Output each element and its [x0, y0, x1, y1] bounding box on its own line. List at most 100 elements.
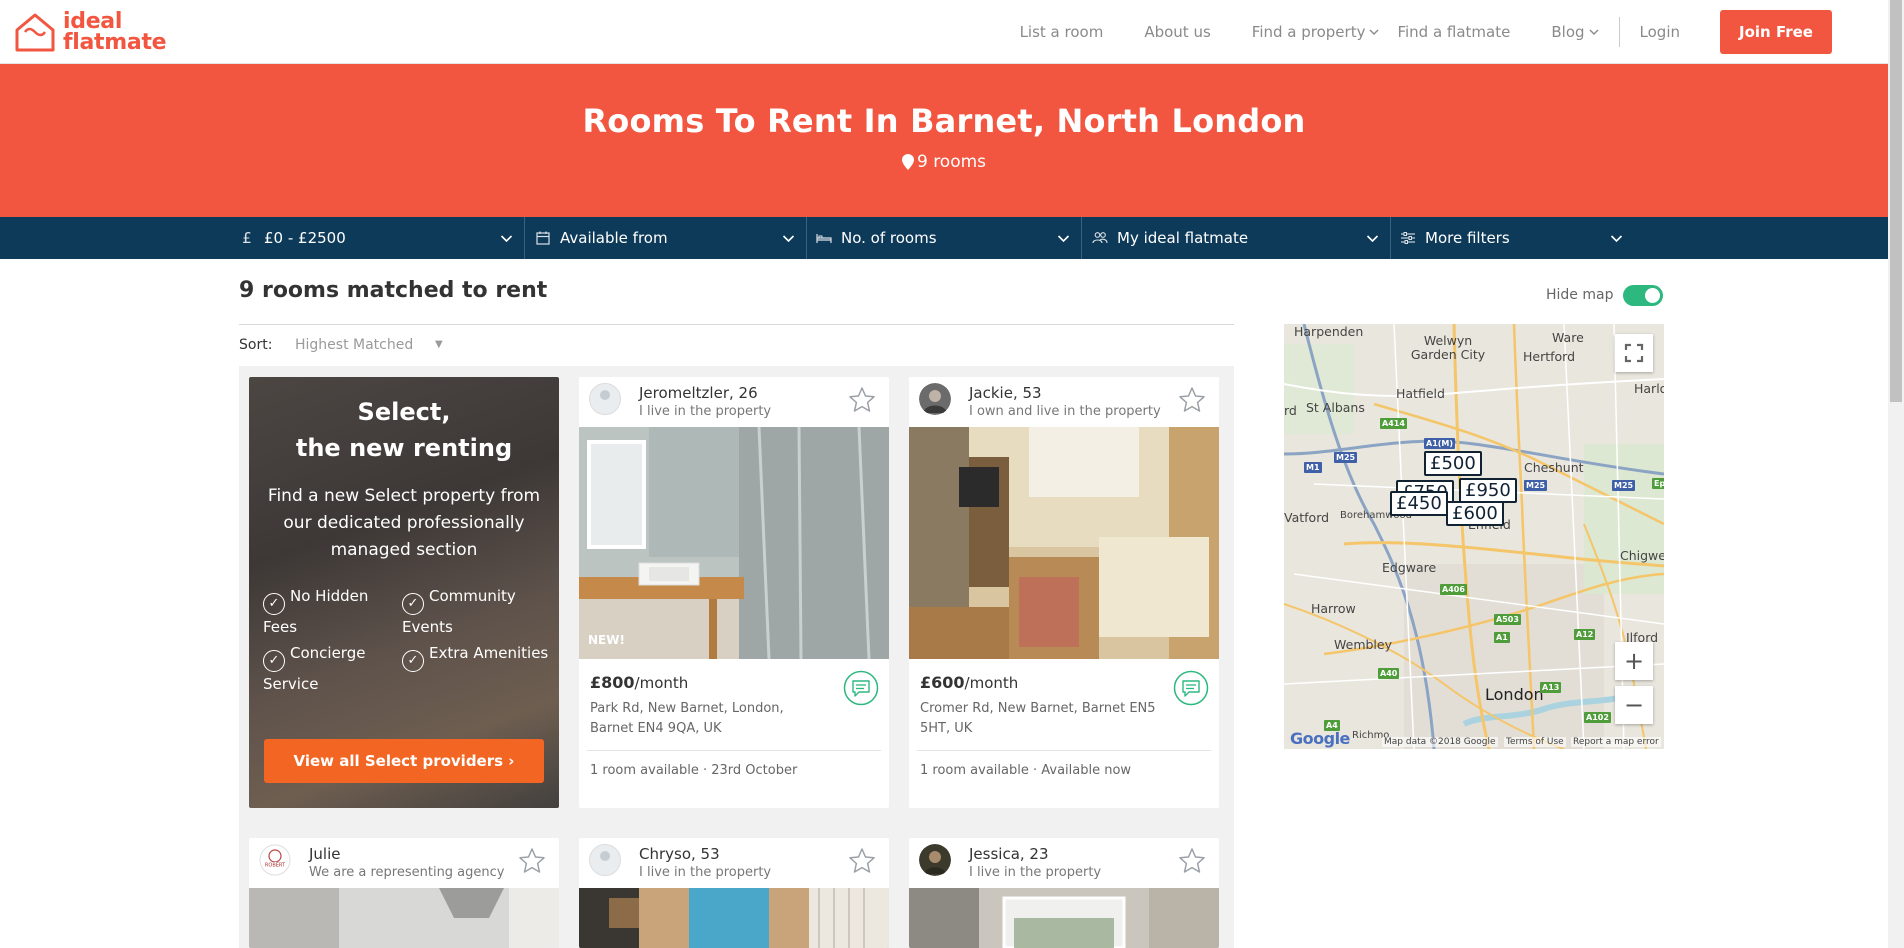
card-header: Chryso, 53 I live in the property — [579, 838, 889, 888]
room-card[interactable]: Jeromeltzler, 26 I live in the property … — [579, 377, 889, 808]
room-photo[interactable] — [909, 888, 1219, 948]
map[interactable]: Harpenden Welwyn Garden City Ware Hertfo… — [1284, 324, 1664, 749]
view-select-providers-button[interactable]: View all Select providers › — [264, 739, 544, 783]
map-price-pin[interactable]: £500 — [1424, 451, 1482, 476]
road-label: M25 — [1334, 452, 1358, 463]
map-place-label: Wembley — [1334, 637, 1392, 652]
zoom-out-button[interactable]: − — [1615, 686, 1653, 724]
price-period: /month — [634, 674, 689, 692]
available-from-filter[interactable]: Available from — [524, 217, 806, 259]
map-pin-icon — [901, 154, 914, 170]
fullscreen-button[interactable] — [1615, 334, 1653, 372]
map-place-label: Harpenden — [1294, 324, 1364, 339]
star-icon[interactable] — [847, 846, 877, 876]
room-count: 9 rooms — [0, 152, 1888, 172]
card-user-status: I live in the property — [639, 404, 772, 419]
promo-feature: ✓ No Hidden Fees — [263, 584, 403, 639]
room-card[interactable]: ROBERT Julie We are a representing agenc… — [249, 838, 559, 948]
chevron-down-icon — [1366, 235, 1379, 243]
price-filter[interactable]: £ £0 - £2500 — [239, 217, 524, 259]
join-free-button[interactable]: Join Free — [1720, 10, 1832, 54]
available-from-label: Available from — [560, 229, 668, 247]
room-card[interactable]: Jackie, 53 I own and live in the propert… — [909, 377, 1219, 808]
terms-of-use-link[interactable]: Terms of Use — [1504, 737, 1566, 747]
hide-map-label: Hide map — [1546, 287, 1614, 303]
card-user-name: Julie — [309, 845, 341, 863]
star-icon[interactable] — [1177, 385, 1207, 415]
room-photo[interactable] — [909, 427, 1219, 659]
card-address: Park Rd, New Barnet, London, Barnet EN4 … — [590, 701, 784, 736]
card-header: Jackie, 53 I own and live in the propert… — [909, 377, 1219, 427]
ideal-flatmate-filter[interactable]: My ideal flatmate — [1081, 217, 1390, 259]
card-header: ROBERT Julie We are a representing agenc… — [249, 838, 559, 888]
map-place-label: Chigwel — [1620, 548, 1664, 563]
nav-about-us[interactable]: About us — [1144, 23, 1210, 41]
logo[interactable]: ideal flatmate — [13, 10, 167, 54]
house-logo-icon — [15, 13, 55, 52]
room-card[interactable]: Chryso, 53 I live in the property — [579, 838, 889, 948]
room-photo[interactable] — [579, 888, 889, 948]
caret-down-icon: ▼ — [435, 339, 443, 350]
chevron-down-icon — [1589, 29, 1599, 35]
nav-list-a-room[interactable]: List a room — [1020, 23, 1104, 41]
sort-select[interactable]: Highest Matched — [295, 337, 413, 353]
star-icon[interactable] — [847, 385, 877, 415]
bedroom-photo — [909, 427, 1219, 659]
map-price-pin[interactable]: £450 — [1390, 491, 1448, 516]
page-scrollbar[interactable] — [1888, 0, 1904, 948]
road-label: M25 — [1612, 480, 1636, 491]
star-icon[interactable] — [1177, 846, 1207, 876]
scrollbar-thumb[interactable] — [1890, 0, 1902, 402]
chevron-down-icon — [500, 235, 513, 243]
promo-feature-label: Extra Amenities — [429, 644, 549, 662]
card-price: £600/month — [920, 673, 1018, 692]
nav-find-a-property-label: Find a property — [1251, 23, 1366, 41]
chevron-down-icon — [1057, 235, 1070, 243]
card-user-name: Jessica, 23 — [969, 845, 1049, 863]
report-map-error-link[interactable]: Report a map error — [1571, 737, 1661, 747]
card-header: Jessica, 23 I live in the property — [909, 838, 1219, 888]
map-footer: Google Map data ©2018 Google Terms of Us… — [1284, 729, 1664, 749]
road-label: A13 — [1540, 682, 1562, 693]
card-user-status: We are a representing agency — [309, 865, 505, 880]
avatar — [919, 844, 951, 876]
zoom-in-button[interactable]: + — [1615, 642, 1653, 680]
room-photo[interactable]: NEW! — [579, 427, 889, 659]
hero-banner: Rooms To Rent In Barnet, North London 9 … — [0, 64, 1888, 217]
filter-bar: £ £0 - £2500 Available from No. of rooms… — [0, 217, 1888, 259]
promo-title: Select, the new renting — [249, 394, 559, 466]
nav-find-a-property[interactable]: Find a property — [1252, 23, 1380, 41]
card-availability: 1 room available · Available now — [920, 763, 1132, 778]
ideal-flatmate-label: My ideal flatmate — [1117, 229, 1249, 247]
promo-feature: ✓ Extra Amenities — [402, 641, 552, 672]
login-link[interactable]: Login — [1640, 23, 1680, 41]
promo-description: Find a new Select property from our dedi… — [267, 486, 541, 560]
map-data-attribution: Map data ©2018 Google — [1382, 737, 1498, 747]
nav-find-a-flatmate[interactable]: Find a flatmate — [1397, 23, 1510, 41]
message-icon[interactable] — [1173, 670, 1209, 706]
avatar — [919, 383, 951, 415]
map-place-label: Ware — [1552, 330, 1584, 345]
message-icon[interactable] — [843, 670, 879, 706]
room-photo[interactable] — [249, 888, 559, 948]
hide-map-toggle[interactable] — [1623, 285, 1663, 306]
card-availability: 1 room available · 23rd October — [590, 763, 798, 778]
road-label: A503 — [1494, 614, 1521, 625]
check-circle-icon: ✓ — [402, 650, 424, 672]
window-photo — [909, 888, 1219, 948]
more-filters[interactable]: More filters — [1390, 217, 1651, 259]
nav-blog[interactable]: Blog — [1551, 23, 1599, 41]
card-user-status: I live in the property — [969, 865, 1102, 880]
people-icon — [1092, 232, 1108, 244]
no-of-rooms-filter[interactable]: No. of rooms — [806, 217, 1081, 259]
map-price-pin[interactable]: £600 — [1446, 501, 1504, 526]
results-heading: 9 rooms matched to rent — [239, 278, 548, 303]
star-icon[interactable] — [517, 846, 547, 876]
sort-label: Sort: — [239, 337, 273, 353]
avatar — [589, 844, 621, 876]
svg-text:ROBERT: ROBERT — [265, 863, 286, 869]
check-circle-icon: ✓ — [402, 593, 424, 615]
map-price-pin[interactable]: £950 — [1459, 478, 1517, 503]
room-card[interactable]: Jessica, 23 I live in the property — [909, 838, 1219, 948]
divider — [917, 750, 1211, 751]
